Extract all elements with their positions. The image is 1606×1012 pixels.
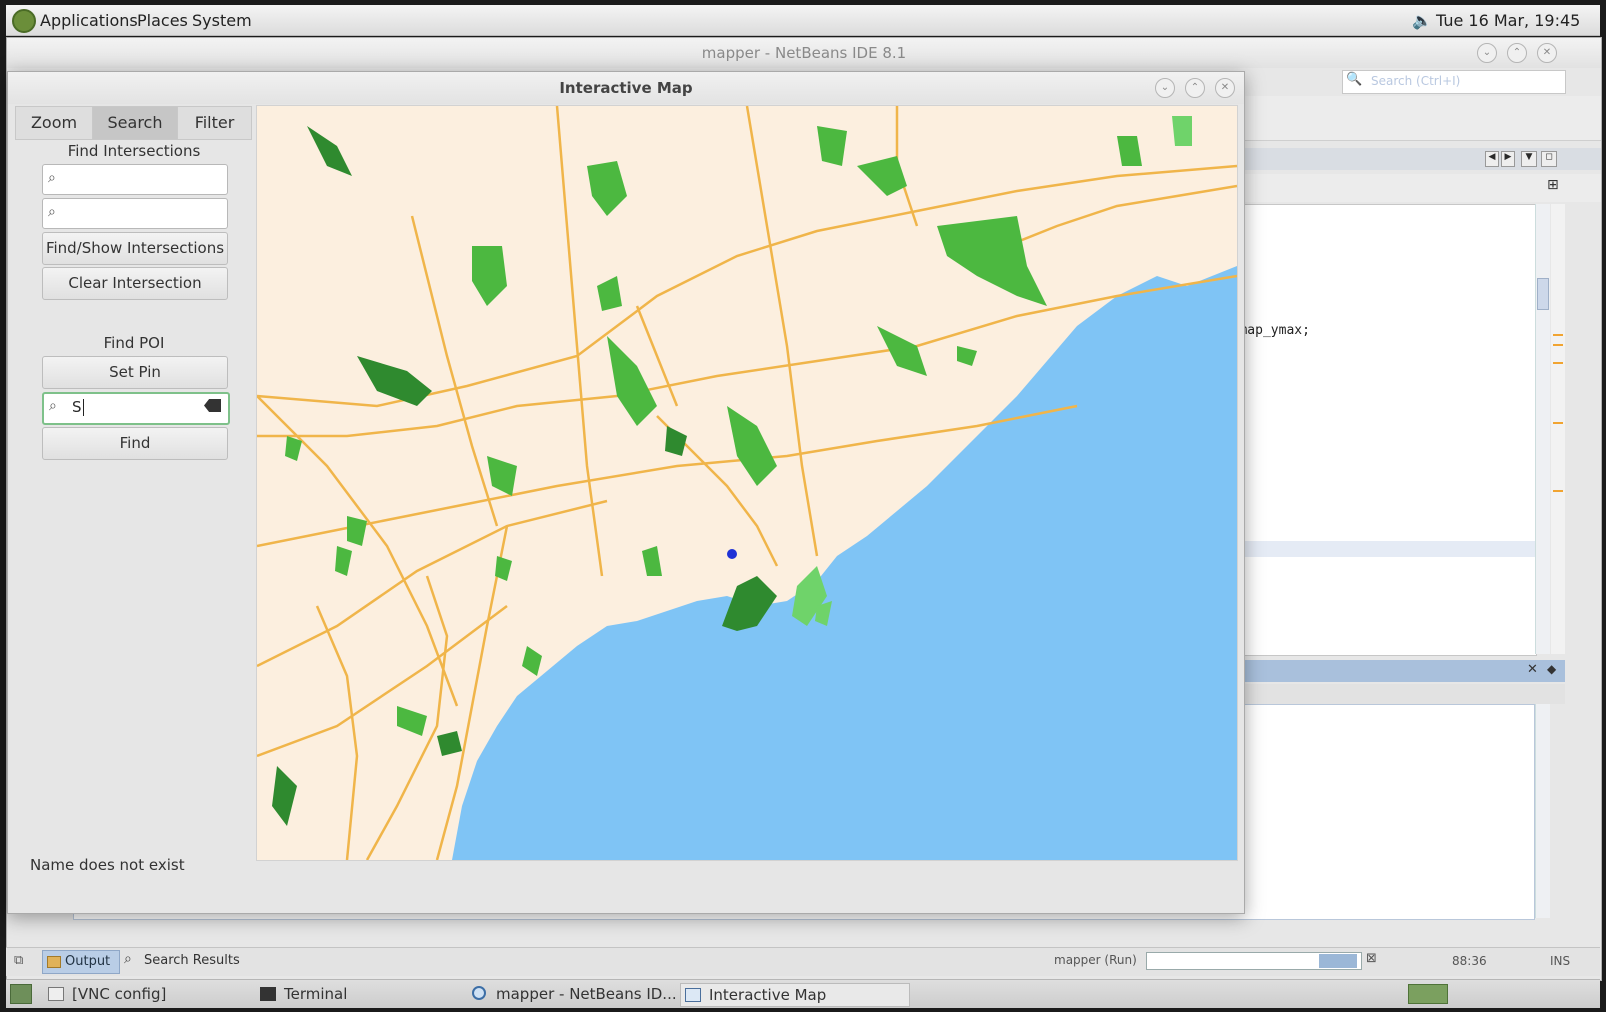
tab-zoom[interactable]: Zoom: [15, 106, 93, 140]
clock[interactable]: Tue 16 Mar, 19:45: [1436, 11, 1580, 30]
netbeans-icon: [472, 986, 486, 1000]
output-tab-label: Output: [65, 954, 111, 969]
tab-label: Filter: [194, 113, 235, 132]
tab-label: Zoom: [30, 113, 78, 132]
workspace-switcher-icon[interactable]: [1408, 984, 1448, 1004]
progress-fill: [1319, 954, 1357, 968]
find-intersections-heading: Find Intersections: [67, 142, 201, 160]
task-netbeans[interactable]: mapper - NetBeans ID...: [468, 983, 696, 1005]
tab-label: Search: [107, 113, 163, 132]
cursor-position: 88:36: [1452, 954, 1487, 968]
close-output-icon[interactable]: ✕: [1527, 662, 1538, 677]
window-icon: [685, 988, 701, 1002]
minimize-icon[interactable]: ⌄: [1155, 78, 1175, 98]
editor-tab-strip: ◀ ▶ ▼ ◻: [1213, 148, 1601, 170]
task-label: [VNC config]: [72, 985, 167, 1003]
code-editor[interactable]: n, map_ymax;: [1213, 204, 1537, 656]
clear-intersection-button[interactable]: Clear Intersection: [42, 267, 228, 300]
dialog-title-bar: Interactive Map: [8, 72, 1244, 104]
split-icon[interactable]: ⊞: [1547, 177, 1559, 193]
stop-icon[interactable]: ⊠: [1366, 951, 1377, 966]
ide-title: mapper - NetBeans IDE 8.1: [701, 44, 907, 62]
search-icon: ⌕: [48, 170, 56, 186]
poi-search-input[interactable]: ⌕ S: [42, 392, 230, 425]
search-icon: 🔍: [1346, 72, 1363, 87]
ide-status-bar: ⧉ Output ⌕ Search Results mapper (Run) ⊠…: [6, 947, 1600, 976]
editor-toolbar: ⊞: [1213, 174, 1601, 202]
insert-mode: INS: [1550, 954, 1571, 968]
map-canvas[interactable]: [256, 105, 1238, 861]
top-panel: Applications Places System 🔈 Tue 16 Mar,…: [6, 5, 1600, 36]
street2-input[interactable]: ⌕: [42, 198, 228, 229]
dialog-title: Interactive Map: [559, 79, 693, 97]
speaker-icon[interactable]: 🔈: [1412, 11, 1432, 30]
applications-menu[interactable]: Applications: [40, 11, 138, 30]
task-label: Interactive Map: [709, 986, 827, 1004]
maximize-icon[interactable]: ⌃: [1507, 43, 1527, 63]
current-line-highlight: [1214, 541, 1536, 557]
search-icon: ⌕: [49, 398, 57, 414]
window-icon: [48, 987, 64, 1001]
status-message: Name does not exist: [30, 856, 185, 874]
tab-search[interactable]: Search: [92, 106, 178, 140]
task-interactive-map[interactable]: Interactive Map: [680, 983, 910, 1007]
marker[interactable]: [1553, 344, 1563, 346]
editor-scrollbar[interactable]: [1535, 204, 1550, 654]
interactive-map-dialog: Interactive Map ⌄ ⌃ ✕ Zoom Search Filter…: [7, 71, 1245, 914]
marker[interactable]: [1553, 490, 1563, 492]
tab-filter[interactable]: Filter: [177, 106, 252, 140]
find-poi-heading: Find POI: [103, 334, 165, 352]
scroll-thumb[interactable]: [1537, 278, 1549, 310]
terminal-icon: [260, 987, 276, 1001]
gnome-foot-icon[interactable]: [12, 9, 36, 33]
scroll-left-icon[interactable]: ◀: [1485, 151, 1499, 167]
restore-window-icon[interactable]: ◻: [1541, 151, 1557, 167]
poi-query: S: [72, 398, 82, 416]
task-vnc-config[interactable]: [VNC config]: [44, 983, 272, 1005]
search-results-tab[interactable]: ⌕ Search Results: [122, 950, 246, 972]
scroll-right-icon[interactable]: ▶: [1501, 151, 1515, 167]
output-tab[interactable]: Output: [42, 950, 120, 974]
run-progress-bar: [1146, 952, 1362, 970]
show-desktop-icon[interactable]: [10, 984, 32, 1004]
task-label: mapper - NetBeans ID...: [496, 985, 677, 1003]
minimize-icon[interactable]: ⌄: [1477, 43, 1497, 63]
output-icon: [47, 956, 61, 968]
places-menu[interactable]: Places: [137, 11, 188, 30]
tab-list-icon[interactable]: ▼: [1521, 151, 1537, 167]
clear-text-icon[interactable]: [204, 399, 221, 412]
error-stripe: [1551, 204, 1565, 654]
marker[interactable]: [1553, 362, 1563, 364]
street1-input[interactable]: ⌕: [42, 164, 228, 195]
marker[interactable]: [1553, 422, 1563, 424]
find-poi-button[interactable]: Find: [42, 427, 228, 460]
lake-ontario: [452, 266, 1237, 860]
task-label: Terminal: [284, 985, 348, 1003]
output-scrollbar[interactable]: [1535, 704, 1550, 918]
taskbar: [VNC config] Terminal mapper - NetBeans …: [6, 979, 1600, 1008]
search-icon: ⌕: [48, 204, 56, 220]
restore-icon[interactable]: ⧉: [14, 953, 23, 968]
ide-search-box[interactable]: 🔍 Search (Ctrl+I): [1342, 70, 1566, 94]
search-results-label: Search Results: [144, 953, 240, 968]
maximize-icon[interactable]: ⌃: [1185, 78, 1205, 98]
ide-search-placeholder: Search (Ctrl+I): [1371, 74, 1461, 88]
set-pin-button[interactable]: Set Pin: [42, 356, 228, 389]
close-icon[interactable]: ✕: [1215, 78, 1235, 98]
output-panel-header: ✕ ◆: [1213, 660, 1565, 682]
ide-toolbar: [1213, 96, 1601, 141]
marker[interactable]: [1553, 334, 1563, 336]
task-terminal[interactable]: Terminal: [256, 983, 484, 1005]
close-icon[interactable]: ✕: [1537, 43, 1557, 63]
text-cursor: [83, 399, 84, 416]
pin-icon[interactable]: ◆: [1547, 662, 1556, 676]
map-svg[interactable]: [257, 106, 1237, 860]
system-menu[interactable]: System: [192, 11, 252, 30]
output-subheader: [1213, 684, 1565, 704]
search-icon: ⌕: [124, 951, 132, 967]
map-pin: [727, 549, 737, 559]
find-show-intersections-button[interactable]: Find/Show Intersections: [42, 232, 228, 265]
run-label: mapper (Run): [1054, 953, 1137, 967]
ide-title-bar: mapper - NetBeans IDE 8.1: [7, 38, 1601, 68]
